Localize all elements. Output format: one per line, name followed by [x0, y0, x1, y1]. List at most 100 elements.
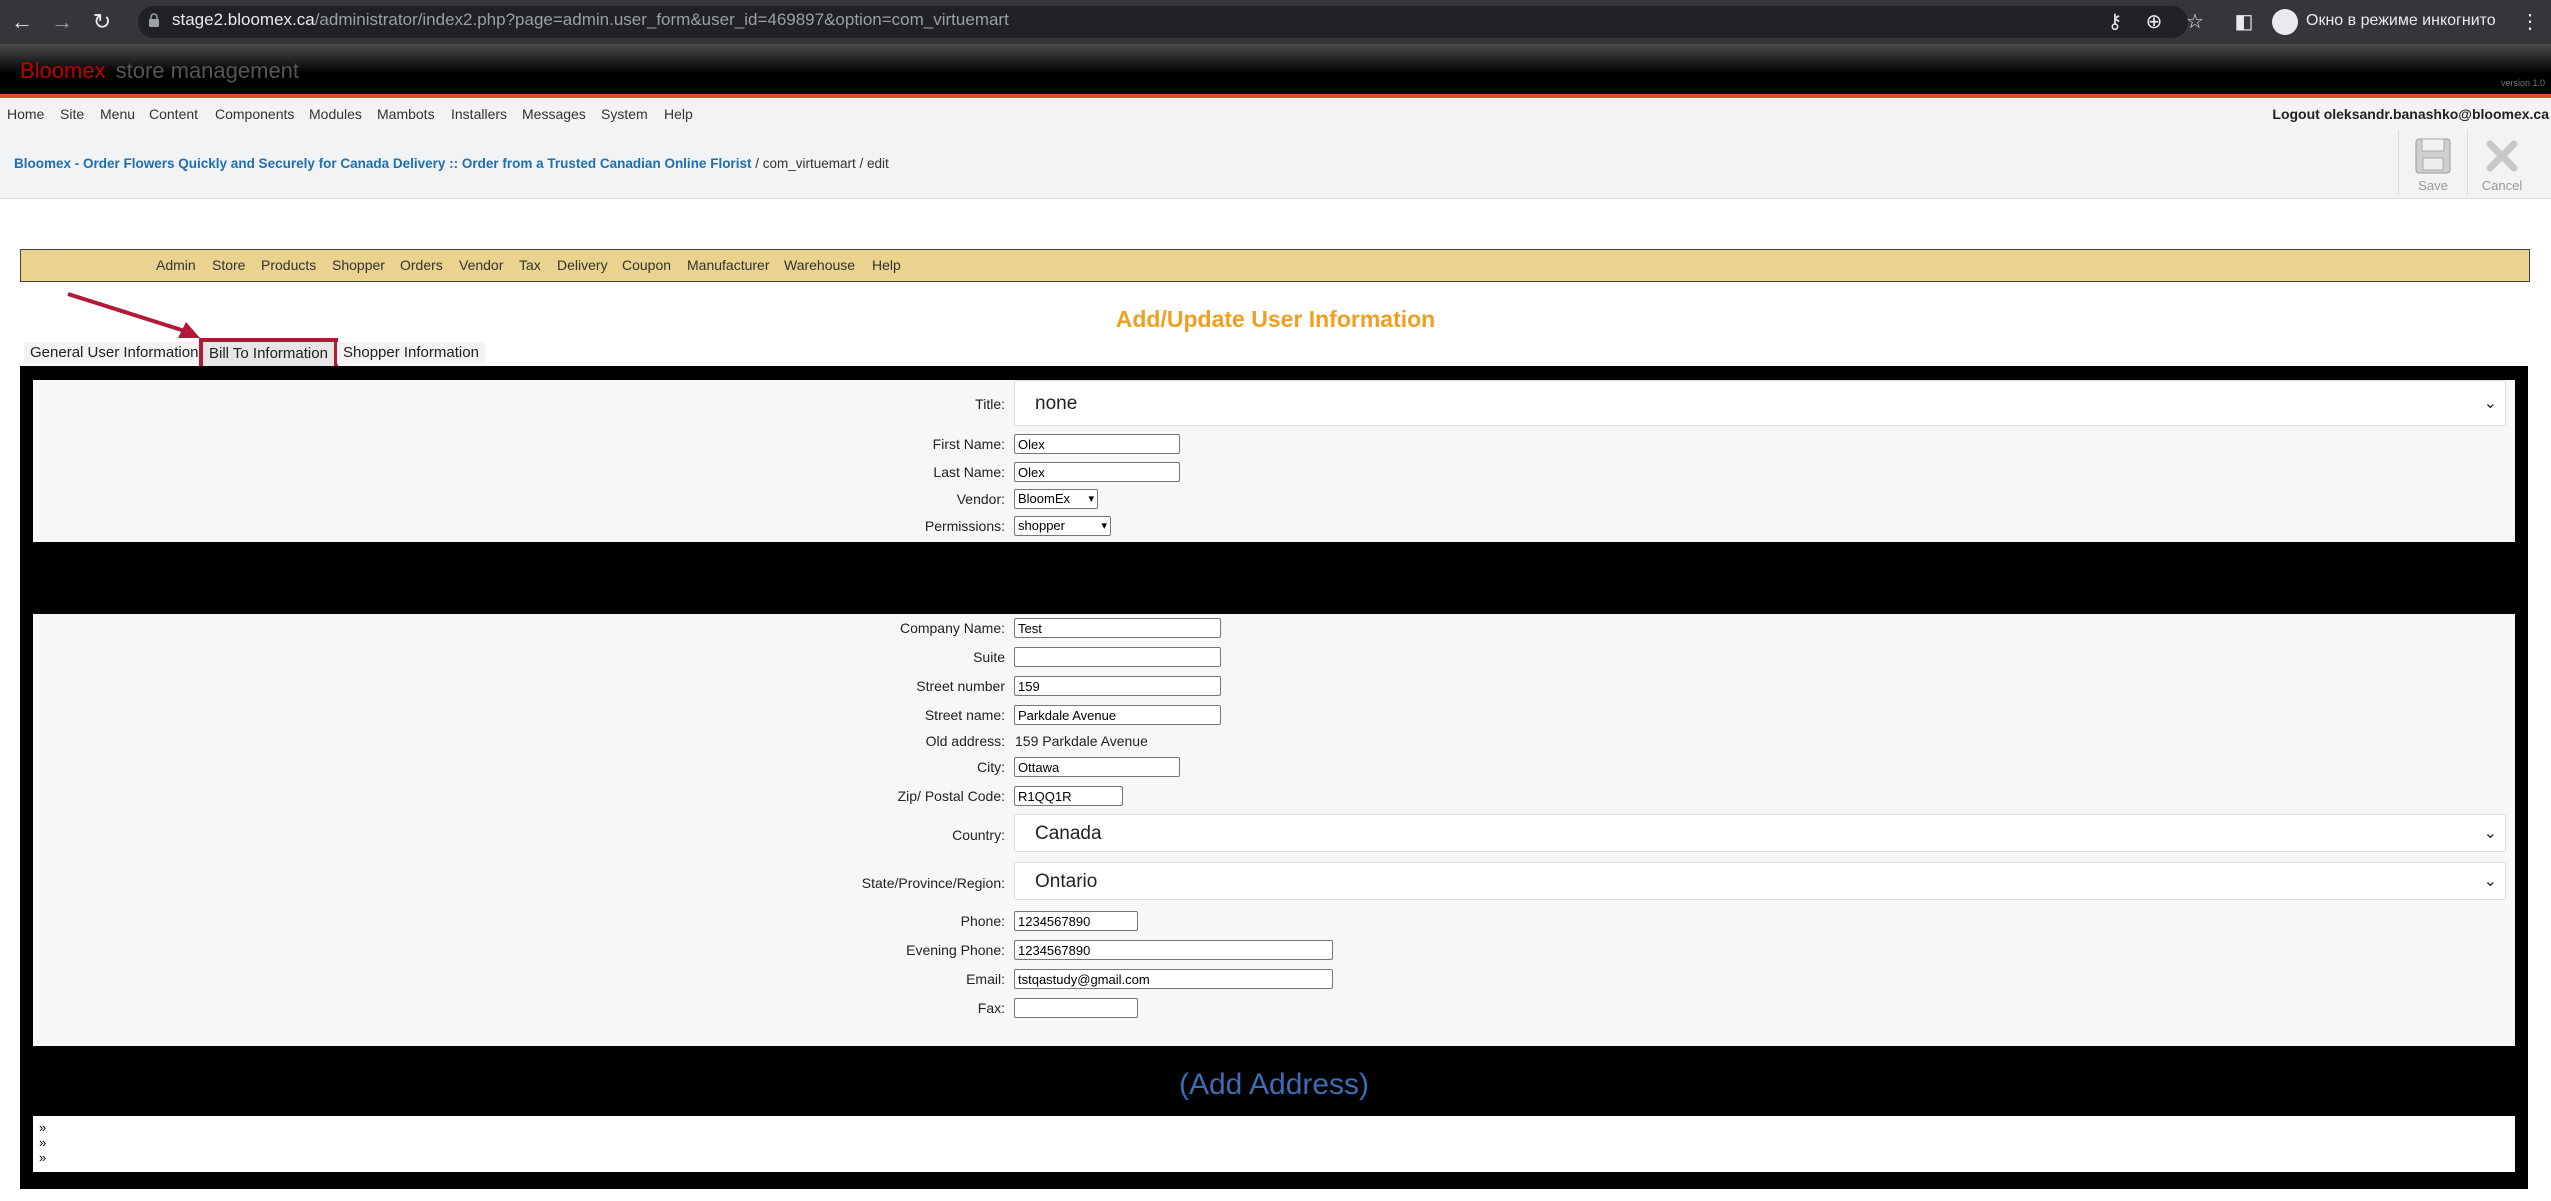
menu-system[interactable]: System — [601, 106, 648, 122]
phone-label: Phone: — [960, 913, 1005, 929]
add-address-link[interactable]: (Add Address) — [20, 1068, 2528, 1102]
url-path: /administrator/index2.php?page=admin.use… — [314, 10, 1009, 29]
logout-link[interactable]: Logout oleksandr.banashko@bloomex.ca — [2272, 106, 2549, 122]
state-select[interactable]: Ontario ⌄ — [1014, 862, 2506, 900]
page-title-text: Add/Update User Information — [1115, 306, 1436, 332]
menu-menu[interactable]: Menu — [100, 106, 135, 122]
key-icon[interactable]: ⚷ — [2103, 10, 2127, 34]
chevron-down-icon: ▾ — [1088, 493, 1094, 505]
title-select[interactable]: none ⌄ — [1014, 380, 2506, 426]
permissions-label: Permissions: — [924, 518, 1005, 534]
breadcrumb-path: / com_virtuemart / edit — [751, 156, 889, 171]
breadcrumb-site-link[interactable]: Bloomex - Order Flowers Quickly and Secu… — [14, 156, 751, 171]
cancel-button[interactable]: Cancel — [2467, 130, 2536, 196]
star-icon[interactable]: ☆ — [2183, 10, 2207, 34]
submenu-products[interactable]: Products — [261, 257, 316, 273]
submenu-delivery[interactable]: Delivery — [557, 257, 608, 273]
evening-phone-field[interactable]: 1234567890 — [1014, 940, 1333, 960]
breadcrumb-bar: Bloomex - Order Flowers Quickly and Secu… — [0, 130, 2551, 199]
chevron-down-icon: ⌄ — [2483, 395, 2497, 412]
submenu-tax[interactable]: Tax — [519, 257, 541, 273]
suite-field[interactable] — [1014, 647, 1221, 667]
old-address-label: Old address: — [925, 733, 1005, 749]
company-label: Company Name: — [899, 620, 1005, 636]
form-content: Title: none ⌄ First Name: Olex Last Name:… — [20, 366, 2528, 1189]
reload-icon[interactable]: ↻ — [88, 8, 116, 36]
url-host: stage2.bloomex.ca — [172, 10, 315, 29]
suite-label: Suite — [973, 649, 1005, 665]
brand-name: Bloomex — [20, 58, 106, 83]
state-label: State/Province/Region: — [861, 875, 1005, 891]
menu-modules[interactable]: Modules — [309, 106, 362, 122]
brand-subtitle: store management — [115, 58, 300, 83]
submenu-store[interactable]: Store — [212, 257, 245, 273]
submenu-coupon[interactable]: Coupon — [622, 257, 671, 273]
email-label: Email: — [966, 971, 1005, 987]
forward-icon[interactable]: → — [48, 8, 76, 36]
submenu-orders[interactable]: Orders — [400, 257, 443, 273]
tab-shopper-information[interactable]: Shopper Information — [337, 342, 485, 364]
save-button[interactable]: Save — [2398, 130, 2467, 196]
first-name-label: First Name: — [932, 436, 1005, 452]
sidepanel-icon[interactable]: ◧ — [2232, 10, 2256, 34]
submenu-vendor[interactable]: Vendor — [459, 257, 503, 273]
app-header: Bloomex store management version 1.0 — [0, 44, 2551, 98]
city-field[interactable]: Ottawa — [1014, 757, 1180, 777]
menu-help[interactable]: Help — [664, 106, 693, 122]
street-number-field[interactable]: 159 — [1014, 676, 1221, 696]
floppy-icon — [2415, 138, 2451, 174]
menu-messages[interactable]: Messages — [522, 106, 586, 122]
vendor-select[interactable]: BloomEx ▾ — [1014, 489, 1098, 509]
submenu-manufacturer[interactable]: Manufacturer — [687, 257, 769, 273]
menu-components[interactable]: Components — [215, 106, 294, 122]
menu-content[interactable]: Content — [149, 106, 198, 122]
incognito-label: Окно в режиме инкогнито — [2306, 12, 2496, 29]
title-value: none — [1035, 393, 1078, 414]
submenu-shopper[interactable]: Shopper — [332, 257, 385, 273]
incognito-icon — [2272, 9, 2298, 35]
last-name-field[interactable]: Olex — [1014, 462, 1180, 482]
brand-logo: Bloomex store management — [20, 58, 299, 84]
url-text[interactable]: stage2.bloomex.ca/administrator/index2.p… — [172, 10, 1009, 30]
street-name-label: Street name: — [924, 707, 1005, 723]
city-label: City: — [977, 759, 1005, 775]
first-name-field[interactable]: Olex — [1014, 434, 1180, 454]
street-name-field[interactable]: Parkdale Avenue — [1014, 705, 1221, 725]
menu-site[interactable]: Site — [60, 106, 84, 122]
tab-general-user-information[interactable]: General User Information — [24, 342, 205, 364]
title-label: Title: — [975, 396, 1005, 412]
lock-icon — [149, 13, 159, 27]
list-item-marker: » — [39, 1135, 47, 1150]
menu-mambots[interactable]: Mambots — [377, 106, 435, 122]
address-panel: Company Name: Test Suite Street number 1… — [33, 614, 2515, 1046]
list-item-marker: » — [39, 1150, 47, 1165]
country-select[interactable]: Canada ⌄ — [1014, 814, 2506, 852]
zip-field[interactable]: R1QQ1R — [1014, 786, 1123, 806]
zoom-icon[interactable]: ⊕ — [2142, 10, 2166, 34]
fax-field[interactable] — [1014, 998, 1138, 1018]
submenu-help[interactable]: Help — [872, 257, 901, 273]
menu-installers[interactable]: Installers — [451, 106, 507, 122]
address-list-panel: » » » — [33, 1116, 2515, 1172]
phone-field[interactable]: 1234567890 — [1014, 911, 1138, 931]
cancel-label: Cancel — [2481, 178, 2523, 193]
company-field[interactable]: Test — [1014, 618, 1221, 638]
permissions-select[interactable]: shopper ▾ — [1014, 516, 1111, 536]
email-field[interactable]: tstqastudy@gmail.com — [1014, 969, 1333, 989]
menu-dots-icon[interactable]: ⋮ — [2518, 10, 2542, 34]
version-label: version 1.0 — [2500, 78, 2545, 88]
evening-phone-label: Evening Phone: — [906, 942, 1005, 958]
chevron-down-icon: ▾ — [1101, 520, 1107, 532]
permissions-value: shopper — [1018, 518, 1065, 533]
chevron-down-icon: ⌄ — [2483, 873, 2497, 890]
last-name-label: Last Name: — [933, 464, 1005, 480]
menu-home[interactable]: Home — [7, 106, 44, 122]
browser-toolbar: ← → ↻ stage2.bloomex.ca/administrator/in… — [0, 0, 2551, 44]
submenu-warehouse[interactable]: Warehouse — [784, 257, 855, 273]
back-icon[interactable]: ← — [8, 8, 36, 36]
submenu-admin[interactable]: Admin — [156, 257, 196, 273]
vendor-label: Vendor: — [956, 491, 1005, 507]
street-number-label: Street number — [916, 678, 1005, 694]
state-value: Ontario — [1035, 871, 1098, 892]
top-menu: Home Site Menu Content Components Module… — [0, 98, 2551, 131]
